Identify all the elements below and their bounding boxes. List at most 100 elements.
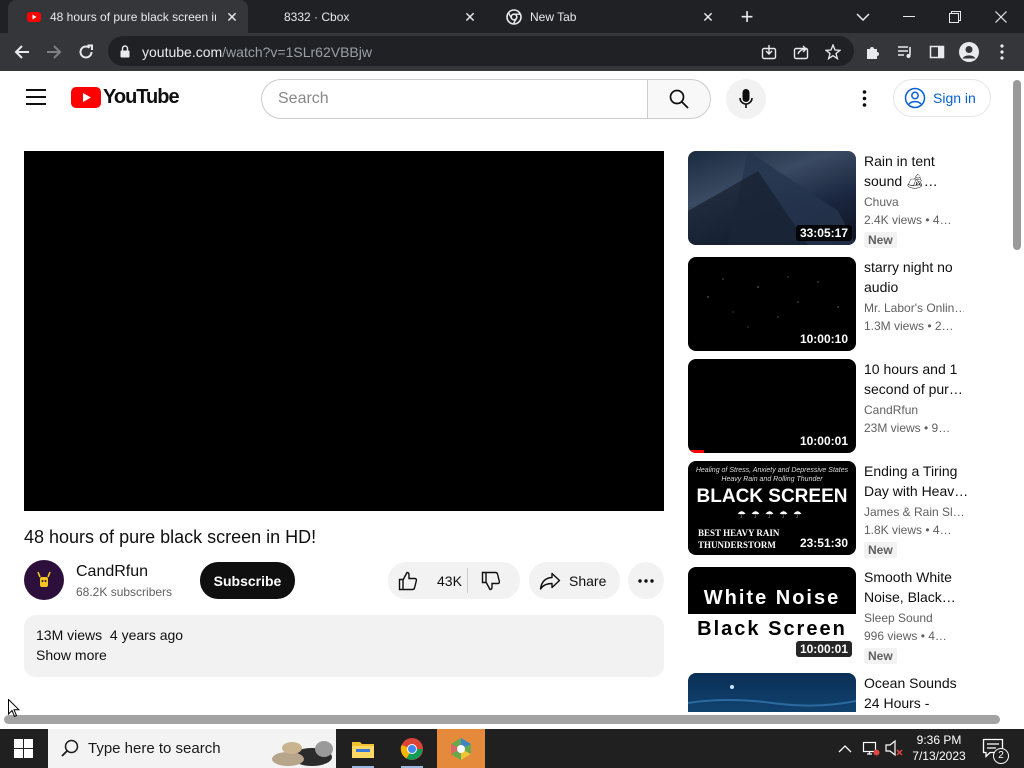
title-line: Day with Heav… — [864, 483, 969, 499]
recommendation-views: 2.4K views • 4… — [864, 213, 952, 227]
recommendation-item[interactable]: Healing of Stress, Anxiety and Depressiv… — [688, 461, 978, 558]
lock-icon[interactable] — [120, 45, 130, 58]
extensions-puzzle-icon[interactable] — [862, 41, 884, 63]
reload-icon[interactable] — [75, 41, 97, 63]
like-button[interactable]: 43K — [388, 562, 468, 599]
recommendation-item[interactable]: 33:05:17 Rain in tent sound 🏕… Chuva 2.4K… — [688, 151, 978, 248]
recommendation-channel[interactable]: Chuva — [864, 195, 964, 209]
recommendation-item[interactable]: 10:00:10 starry night no audio Mr. Labor'… — [688, 257, 978, 351]
tab-search-chevron-icon[interactable] — [840, 0, 886, 33]
install-app-icon[interactable] — [758, 41, 780, 63]
video-thumbnail[interactable]: 10:00:10 — [688, 257, 856, 351]
url-text[interactable]: youtube.com/watch?v=1SLr62VBBjw — [142, 44, 372, 60]
youtube-logo[interactable]: YouTube — [71, 86, 180, 109]
side-panel-icon[interactable] — [926, 41, 948, 63]
recommendation-title[interactable]: Ending a Tiring Day with Heav… — [864, 461, 972, 501]
pinned-app-icon[interactable] — [437, 729, 485, 768]
share-button[interactable]: Share — [529, 562, 620, 599]
taskbar-search-icon — [61, 739, 79, 757]
show-more-link[interactable]: Show more — [36, 647, 107, 663]
tab-title: New Tab — [530, 9, 577, 24]
media-queue-icon[interactable] — [894, 41, 916, 63]
search-placeholder: Search — [278, 90, 329, 107]
volume-muted-icon[interactable] — [884, 739, 904, 762]
share-arrow-icon — [539, 572, 561, 590]
video-duration: 10:00:01 — [795, 641, 852, 657]
title-line: sound 🏕… — [864, 173, 938, 189]
search-button[interactable] — [647, 79, 711, 119]
user-circle-icon — [904, 87, 926, 109]
minimize-icon[interactable] — [886, 0, 932, 33]
video-thumbnail[interactable] — [688, 673, 856, 712]
title-line: Smooth White — [864, 569, 952, 585]
video-duration: 33:05:17 — [795, 225, 852, 241]
profile-avatar-icon[interactable] — [958, 41, 980, 63]
youtube-favicon-icon — [27, 11, 41, 22]
close-tab-icon[interactable]: ✕ — [224, 9, 240, 25]
recommendation-title[interactable]: Smooth White Noise, Black… — [864, 567, 972, 607]
new-tab-plus-icon[interactable]: + — [724, 0, 770, 33]
subscribe-button[interactable]: Subscribe — [200, 562, 295, 599]
system-clock[interactable]: 9:36 PM 7/13/2023 — [904, 732, 974, 764]
tray-overflow-chevron-icon[interactable] — [838, 740, 852, 758]
recommendation-channel[interactable]: Mr. Labor's Onlin… — [864, 301, 964, 315]
title-line: Rain in tent — [864, 153, 935, 169]
close-window-icon[interactable] — [978, 0, 1024, 33]
microphone-icon — [739, 89, 753, 108]
recommendation-channel[interactable]: Sleep Sound — [864, 611, 964, 625]
settings-kebab-icon[interactable] — [862, 90, 867, 112]
recommendation-title[interactable]: 10 hours and 1 second of pur… — [864, 359, 972, 399]
recommendation-title[interactable]: Ocean Sounds 24 Hours - — [864, 673, 972, 712]
video-thumbnail[interactable]: 33:05:17 — [688, 151, 856, 245]
windows-start-icon[interactable] — [14, 739, 33, 763]
recommendation-item[interactable]: Ocean Sounds 24 Hours - — [688, 673, 978, 712]
close-tab-icon[interactable]: ✕ — [700, 9, 716, 25]
recommendation-title[interactable]: starry night no audio — [864, 257, 972, 297]
rain-cloud-icons: ☂☂☂☂☂ — [737, 510, 807, 521]
channel-avatar[interactable] — [24, 560, 64, 600]
tab-cbox[interactable]: 8332 · Cbox ✕ — [250, 0, 486, 33]
thumbnail-caption: THUNDERSTORM — [698, 540, 776, 550]
horizontal-scrollbar-thumb[interactable] — [4, 715, 1000, 724]
video-player[interactable] — [24, 151, 664, 511]
share-page-icon[interactable] — [790, 41, 812, 63]
thumbnail-headline: White Noise — [703, 587, 841, 609]
recommendation-item[interactable]: 10:00:01 10 hours and 1 second of pur… Ca… — [688, 359, 978, 453]
network-icon[interactable] — [862, 739, 880, 762]
title-line: starry night no — [864, 259, 953, 275]
taskbar-search-placeholder: Type here to search — [88, 740, 221, 757]
share-label: Share — [569, 572, 607, 589]
recommendation-channel[interactable]: James & Rain Sl… — [864, 505, 964, 519]
recommendation-item[interactable]: White Noise Black Screen 10:00:01 Smooth… — [688, 567, 978, 664]
vertical-scrollbar-thumb[interactable] — [1013, 80, 1021, 250]
channel-logo-icon — [37, 571, 51, 587]
chrome-taskbar-icon[interactable] — [389, 729, 434, 768]
bookmark-star-icon[interactable] — [822, 41, 844, 63]
voice-search-button[interactable] — [726, 79, 766, 119]
close-tab-icon[interactable]: ✕ — [462, 9, 478, 25]
tab-youtube[interactable]: 48 hours of pure black screen in HD! ✕ — [8, 0, 248, 33]
video-thumbnail[interactable]: 10:00:01 — [688, 359, 856, 453]
video-duration: 23:51:30 — [795, 535, 852, 551]
hamburger-menu-icon[interactable] — [26, 89, 46, 110]
dislike-button[interactable] — [468, 562, 520, 599]
video-thumbnail[interactable]: White Noise Black Screen 10:00:01 — [688, 567, 856, 661]
search-input[interactable]: Search — [261, 79, 648, 119]
video-duration: 10:00:01 — [795, 433, 852, 449]
back-arrow-icon[interactable] — [11, 41, 33, 63]
restore-icon[interactable] — [932, 0, 978, 33]
tab-new-tab[interactable]: New Tab ✕ — [488, 0, 724, 33]
video-thumbnail[interactable]: Healing of Stress, Anxiety and Depressiv… — [688, 461, 856, 555]
like-count: 43K — [437, 572, 462, 589]
file-explorer-icon[interactable] — [340, 729, 385, 768]
recommendation-title[interactable]: Rain in tent sound 🏕… — [864, 151, 972, 191]
recommendation-channel[interactable]: CandRfun — [864, 403, 964, 417]
thumbs-up-icon — [398, 571, 418, 590]
channel-name[interactable]: CandRfun — [76, 563, 148, 581]
browser-menu-icon[interactable] — [991, 41, 1013, 63]
description-box[interactable] — [24, 615, 664, 677]
more-actions-button[interactable] — [628, 562, 664, 599]
recommendation-views: 996 views • 4… — [864, 629, 947, 643]
sign-in-button[interactable]: Sign in — [893, 79, 991, 117]
forward-arrow-icon[interactable] — [43, 41, 65, 63]
